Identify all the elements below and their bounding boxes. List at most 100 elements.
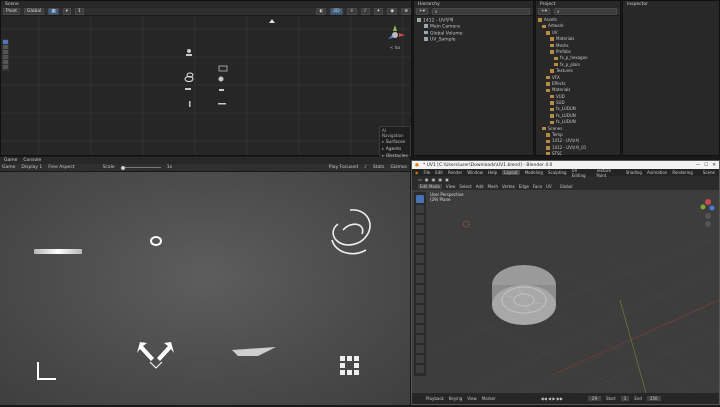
frame-start-field[interactable]: 1	[620, 396, 630, 401]
grid-snap-button[interactable]: ▦	[48, 8, 59, 15]
3d-cursor-icon[interactable]	[462, 220, 470, 228]
tab-inspector[interactable]: Inspector	[627, 2, 648, 7]
snap-increment-button[interactable]: ▾	[62, 8, 71, 15]
face-menu[interactable]: Face	[533, 184, 542, 189]
transform-orientation[interactable]: Global	[560, 184, 573, 189]
display-dropdown[interactable]: Display 1	[21, 165, 42, 170]
maximize-button[interactable]: ☐	[704, 163, 708, 168]
select-mode-icon[interactable]: ▣	[445, 177, 449, 182]
annotate-tool-icon[interactable]	[416, 255, 424, 263]
navigation-gizmo-icon[interactable]	[698, 194, 718, 230]
select-tool-icon[interactable]	[416, 195, 424, 203]
workspace-animation[interactable]: Animation	[647, 170, 667, 175]
overlay-surfaces[interactable]: ▸ Surfaces	[382, 140, 408, 145]
move-tool-icon[interactable]	[416, 215, 424, 223]
game-mode-label[interactable]: Game	[2, 165, 15, 170]
gizmos-button[interactable]: Gizmos	[390, 165, 407, 170]
menu-window[interactable]: Window	[467, 170, 483, 175]
add-menu[interactable]: Add	[476, 184, 484, 189]
overlay-agents[interactable]: ▸ Agents	[382, 147, 408, 152]
uv-menu[interactable]: UV	[546, 184, 552, 189]
aspect-dropdown[interactable]: Free Aspect	[48, 165, 74, 170]
gizmos-button[interactable]: ⊕	[401, 8, 411, 15]
game-view[interactable]	[0, 172, 410, 405]
spin-tool-icon[interactable]	[416, 335, 424, 343]
mode-dropdown[interactable]: Edit Mode	[418, 184, 442, 189]
project-search-input[interactable]: ⌕	[554, 8, 617, 15]
tab-project[interactable]: Project	[540, 2, 555, 7]
scale-slider-thumb[interactable]	[120, 165, 125, 170]
scene-grid[interactable]	[1, 17, 411, 155]
workspace-rendering[interactable]: Rendering	[672, 170, 692, 175]
camera-button[interactable]: ◉	[387, 8, 398, 15]
menu-render[interactable]: Render	[448, 170, 462, 175]
tab-hierarchy[interactable]: Hierarchy	[418, 2, 440, 7]
hierarchy-row-uv-sample[interactable]: UV_Sample	[417, 37, 530, 43]
audio-toggle[interactable]: ♪	[360, 8, 370, 15]
hierarchy-add-button[interactable]: +▾	[416, 8, 429, 15]
menu-file[interactable]: File	[424, 170, 431, 175]
scale-tool-icon[interactable]	[416, 235, 424, 243]
cursor-tool-icon[interactable]	[416, 205, 424, 213]
mute-audio-icon[interactable]: ♪	[364, 165, 367, 170]
fx-toggle[interactable]: ✦	[373, 8, 384, 15]
project-add-button[interactable]: +▾	[538, 8, 551, 15]
select-menu[interactable]: Select	[459, 184, 471, 189]
workspace-sculpting[interactable]: Sculpting	[548, 170, 567, 175]
persp-label[interactable]: < Iso	[390, 45, 400, 50]
play-controls[interactable]: ◀◀ ◀ ▶ ▶▶	[541, 396, 563, 401]
edge-menu[interactable]: Edge	[519, 184, 529, 189]
inset-tool-icon[interactable]	[416, 285, 424, 293]
scale-slider[interactable]	[120, 165, 161, 170]
menu-help[interactable]: Help	[488, 170, 497, 175]
keying-menu[interactable]: Keying	[449, 396, 462, 401]
select-mode-icon[interactable]: ▣	[425, 177, 429, 182]
project-tree-row[interactable]: STSC	[538, 151, 618, 155]
bevel-tool-icon[interactable]	[416, 295, 424, 303]
tab-scene[interactable]: Scene	[5, 2, 19, 7]
view-menu[interactable]: View	[446, 184, 456, 189]
blender-logo-menu-icon[interactable]: ◉	[415, 170, 419, 175]
frame-end-field[interactable]: 250	[646, 396, 661, 401]
workspace-modeling[interactable]: Modeling	[525, 170, 543, 175]
current-frame-field[interactable]: 29	[587, 396, 601, 401]
workspace-texture-paint[interactable]: Texture Paint	[596, 168, 620, 178]
mesh-menu[interactable]: Mesh	[488, 184, 499, 189]
pivot-dropdown[interactable]: Pivot	[3, 8, 21, 15]
scene-selector[interactable]: Scene	[703, 170, 715, 175]
smooth-tool-icon[interactable]	[416, 345, 424, 353]
snap-value-button[interactable]: 1	[74, 8, 84, 15]
lighting-toggle[interactable]: ☼	[346, 8, 357, 15]
extrude-tool-icon[interactable]	[416, 275, 424, 283]
global-dropdown[interactable]: Global	[24, 8, 45, 15]
blender-viewport[interactable]: User Perspective (29) Plane	[412, 190, 719, 393]
play-mode-dropdown[interactable]: Play Focused	[329, 165, 358, 170]
poly-build-tool-icon[interactable]	[416, 325, 424, 333]
measure-tool-icon[interactable]	[416, 265, 424, 273]
loop-cut-tool-icon[interactable]	[416, 305, 424, 313]
workspace-shading[interactable]: Shading	[626, 170, 642, 175]
workspace-layout[interactable]: Layout	[502, 170, 520, 175]
transform-tool-icon[interactable]	[416, 245, 424, 253]
tab-game[interactable]: Game	[4, 158, 17, 163]
stats-button[interactable]: Stats	[373, 165, 385, 170]
menu-edit[interactable]: Edit	[435, 170, 443, 175]
timeline-view-menu[interactable]: View	[467, 396, 477, 401]
hierarchy-search-input[interactable]: ⌕	[432, 8, 530, 15]
select-mode-icon[interactable]: ▣	[432, 177, 436, 182]
select-box-icon[interactable]: ▭	[418, 177, 422, 182]
tab-console[interactable]: Console	[23, 158, 41, 163]
draw-mode-button[interactable]: ◐	[316, 8, 327, 15]
rotate-tool-icon[interactable]	[416, 225, 424, 233]
shear-tool-icon[interactable]	[416, 365, 424, 373]
marker-menu[interactable]: Marker	[482, 396, 496, 401]
vertex-menu[interactable]: Vertex	[502, 184, 515, 189]
minimize-button[interactable]: —	[696, 163, 701, 168]
playback-menu[interactable]: Playback	[426, 396, 444, 401]
knife-tool-icon[interactable]	[416, 315, 424, 323]
workspace-uv-editing[interactable]: UV Editing	[572, 168, 592, 178]
close-button[interactable]: ✕	[712, 163, 716, 168]
select-mode-icon[interactable]: ▣	[438, 177, 442, 182]
shrink-tool-icon[interactable]	[416, 355, 424, 363]
2d-toggle[interactable]: 2D	[330, 8, 343, 15]
